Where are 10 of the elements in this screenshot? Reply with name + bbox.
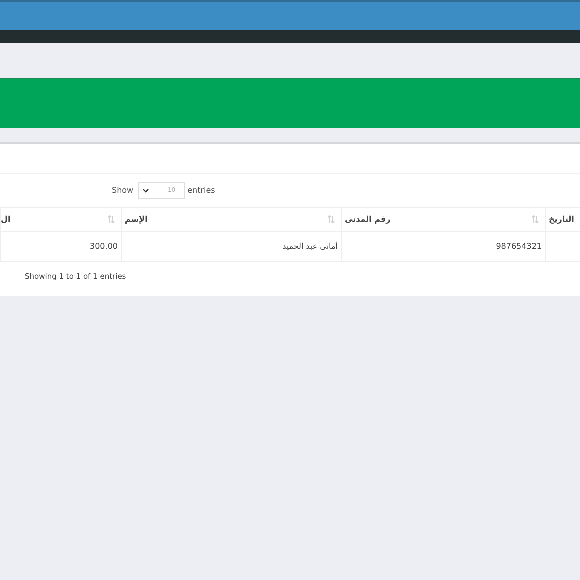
table-cell: 300.00 xyxy=(0,232,122,262)
column-header[interactable]: التاريخ xyxy=(546,208,580,232)
table-cell: 987654321 xyxy=(342,232,546,262)
caret-icon xyxy=(142,188,149,192)
entries-label: entries xyxy=(188,184,216,196)
column-header[interactable]: ال xyxy=(0,208,122,232)
show-label: Show xyxy=(112,184,134,196)
column-header[interactable]: رقم المدنى xyxy=(342,208,546,232)
column-header[interactable]: الإسم xyxy=(122,208,342,232)
table-cell: أمانى عبد الحميد xyxy=(122,232,342,262)
